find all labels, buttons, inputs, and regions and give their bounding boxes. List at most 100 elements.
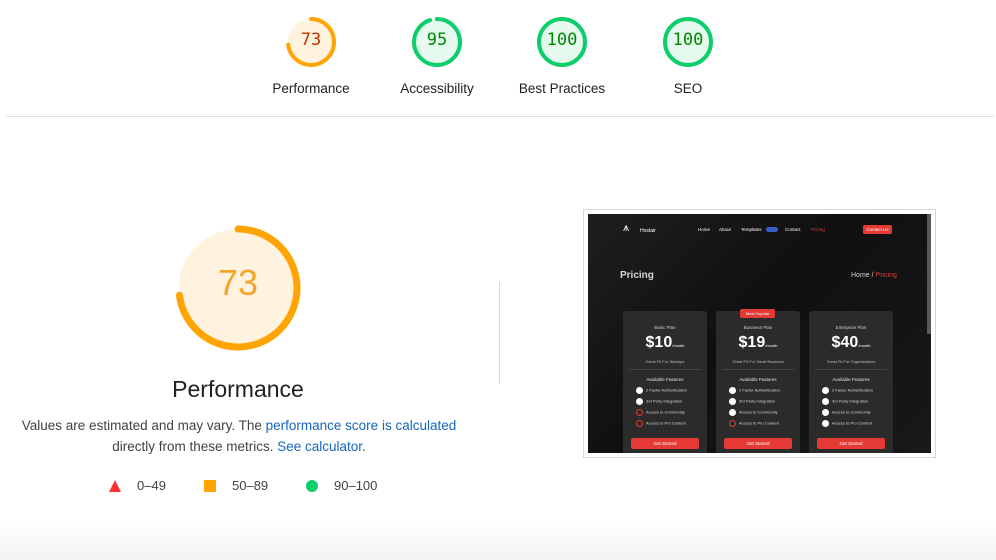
scrollbar [927, 214, 931, 334]
feature-label: 3rd Party Integration [739, 398, 776, 404]
get-started-button: Get Started [817, 438, 885, 449]
feature-item: Access to Community [822, 409, 871, 416]
check-icon [822, 409, 829, 416]
features-heading: Available Features [646, 377, 684, 382]
get-started-button: Get Started [724, 438, 792, 449]
get-started-button: Get Started [631, 438, 699, 449]
gauge-score: 95 [426, 30, 448, 50]
gauge-seo[interactable]: 100 SEO [628, 16, 748, 96]
breadcrumb: Home / Pricing [851, 272, 897, 279]
plan-subtitle: Great Fit For Startups [645, 359, 685, 364]
features-heading: Available Features [739, 377, 777, 382]
gauge-score: 100 [672, 30, 704, 50]
divider [815, 369, 887, 370]
plan-subtitle: Great Fit For Organizations [826, 359, 876, 364]
gauge-score: 100 [546, 30, 578, 50]
divider [722, 369, 794, 370]
page-footer-fade [0, 520, 996, 560]
cross-icon [636, 409, 643, 416]
logo-icon: ⩚ [623, 222, 630, 234]
feature-label: Access to Pro Content [832, 420, 872, 426]
nav-about: About [719, 227, 731, 232]
nav-templates: Templates [741, 227, 762, 232]
nav-home: Home [698, 227, 711, 232]
performance-score-link[interactable]: performance score is calculated [266, 418, 457, 433]
gauge-accessibility[interactable]: 95 Accessibility [377, 16, 497, 96]
plan-name: Business Plan [743, 325, 773, 330]
feature-item: 3rd Party Integration [729, 398, 775, 405]
feature-item: 2 Factor Authentication [822, 387, 873, 394]
feature-item: 2 Factor Authentication [729, 387, 780, 394]
plan-name: Enterprise Plan [835, 325, 867, 330]
gauge-label: Accessibility [400, 81, 474, 96]
feature-label: Access to Community [739, 409, 778, 415]
feature-item: Access to Pro Content [729, 420, 779, 427]
check-icon [822, 387, 829, 394]
feature-label: Access to Pro Content [739, 420, 779, 426]
performance-title: Performance [172, 376, 304, 402]
plan-card-business: Business Plan $19/month Great Fit For Sm… [716, 311, 800, 453]
check-icon [729, 409, 736, 416]
check-icon [636, 398, 643, 405]
feature-item: Access to Pro Content [636, 420, 686, 427]
feature-label: 3rd Party Integration [646, 398, 683, 404]
description-text: . [362, 439, 366, 454]
new-badge [766, 227, 778, 232]
brand-name: Hostair [640, 228, 656, 234]
description-text: directly from these metrics. [112, 439, 278, 454]
nav-contact: Contact [785, 227, 801, 232]
most-popular-badge: Most Popular [740, 309, 775, 318]
feature-label: Access to Pro Content [646, 420, 686, 426]
performance-description: Values are estimated and may vary. The p… [20, 415, 458, 457]
contact-button: Contact Us [863, 225, 892, 234]
gauge-best-practices[interactable]: 100 Best Practices [502, 16, 622, 96]
gauge-performance[interactable]: 73 Performance [251, 16, 371, 96]
breadcrumb-current: Pricing [875, 272, 897, 279]
plan-price: $19/month [716, 334, 800, 352]
divider [499, 282, 500, 384]
feature-label: Access to Community [646, 409, 685, 415]
price-value: $40 [831, 334, 859, 351]
page-title: Pricing [620, 270, 654, 281]
gauge-label: Performance [272, 81, 350, 96]
check-icon [729, 398, 736, 405]
legend-range: 50–89 [232, 478, 269, 493]
feature-item: 3rd Party Integration [822, 398, 868, 405]
check-icon [822, 420, 829, 427]
feature-label: Access to Community [832, 409, 871, 415]
nav-pricing: Pricing [811, 227, 825, 232]
triangle-icon [109, 480, 121, 492]
feature-item: 3rd Party Integration [636, 398, 682, 405]
feature-item: 2 Factor Authentication [636, 387, 687, 394]
price-period: /month [672, 343, 685, 348]
price-value: $10 [645, 334, 673, 351]
plan-subtitle: Great Fit For Small Business [732, 359, 784, 364]
divider [629, 369, 701, 370]
square-icon [204, 480, 216, 492]
plan-name: Basic Plan [654, 325, 676, 330]
feature-item: Access to Pro Content [822, 420, 872, 427]
divider [6, 116, 994, 117]
plan-price: $40/month [809, 334, 893, 352]
plan-card-enterprise: Enterprise Plan $40/month Great Fit For … [809, 311, 893, 453]
feature-item: Access to Community [636, 409, 685, 416]
price-period: /month [858, 343, 871, 348]
feature-label: 2 Factor Authentication [832, 387, 873, 393]
circle-icon [306, 480, 318, 492]
legend-range: 0–49 [137, 478, 166, 493]
check-icon [822, 398, 829, 405]
see-calculator-link[interactable]: See calculator [277, 439, 362, 454]
features-heading: Available Features [832, 377, 870, 382]
category-summary: 73 Performance 95 Accessibility 100 Best… [0, 0, 996, 117]
price-value: $19 [738, 334, 766, 351]
final-screenshot[interactable]: ⩚ Hostair Home About Templates Contact P… [583, 209, 936, 458]
plan-price: $10/month [623, 334, 707, 352]
gauge-label: SEO [673, 81, 703, 96]
description-text: Values are estimated and may vary. The [21, 418, 266, 433]
feature-item: Access to Community [729, 409, 778, 416]
performance-score: 73 [217, 262, 259, 303]
feature-label: 2 Factor Authentication [646, 387, 687, 393]
price-period: /month [765, 343, 778, 348]
plan-card-basic: Basic Plan $10/month Great Fit For Start… [623, 311, 707, 453]
feature-label: 3rd Party Integration [832, 398, 869, 404]
